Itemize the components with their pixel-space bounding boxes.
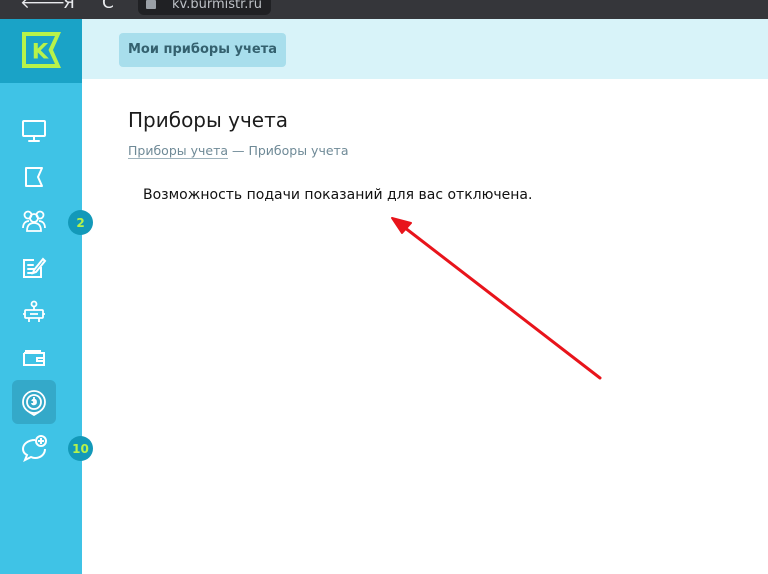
annotation-arrow [391,217,602,380]
